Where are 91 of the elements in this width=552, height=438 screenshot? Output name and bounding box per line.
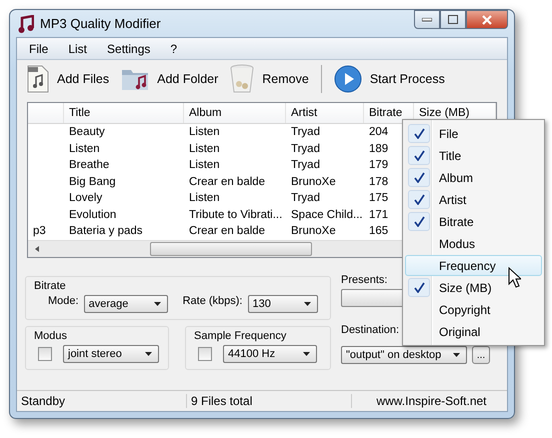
- trash-bin-icon: [230, 64, 254, 94]
- table-cell-text: 204: [368, 125, 390, 140]
- group-title: Sample Frequency: [194, 330, 288, 342]
- menu-item[interactable]: Title: [405, 145, 542, 166]
- frequency-dropdown[interactable]: 44100 Hz: [223, 345, 317, 363]
- checkbox[interactable]: [198, 347, 212, 361]
- menu-item[interactable]: Original: [405, 321, 542, 342]
- music-note-icon: [18, 14, 34, 32]
- table-cell-text: Listen: [188, 125, 221, 140]
- table-cell-text: p3: [32, 224, 47, 240]
- toolbar-button[interactable]: Start Process: [330, 63, 449, 95]
- table-cell-text: Space Child...: [290, 208, 364, 223]
- toolbar-button[interactable]: Add Files: [23, 63, 114, 95]
- column-header[interactable]: Album: [184, 103, 286, 123]
- minimize-icon: [422, 18, 432, 22]
- table-cell-text: Tryad: [290, 125, 321, 140]
- table-cell-text: BrunoXe: [290, 224, 337, 240]
- destination-dropdown[interactable]: "output" on desktop: [341, 346, 467, 364]
- minimize-button[interactable]: [414, 10, 440, 29]
- menu-item[interactable]: File: [405, 123, 542, 144]
- table-cell-text: Tribute to Vibrati...: [188, 208, 284, 223]
- maximize-icon: [448, 15, 458, 24]
- menu-item[interactable]: Album: [405, 167, 542, 188]
- checkmark-icon: [414, 216, 424, 227]
- rate-dropdown[interactable]: 130: [248, 295, 318, 313]
- checkbox[interactable]: [38, 347, 52, 361]
- table-cell-text: Evolution: [68, 208, 118, 223]
- status-text: 9 Files total: [187, 394, 352, 408]
- toolbar-button[interactable]: Remove: [226, 62, 313, 96]
- table-cell-text: Tryad: [290, 191, 321, 206]
- table-cell-text: Listen: [188, 158, 221, 174]
- group-title: Modus: [34, 330, 68, 342]
- menu-item[interactable]: Frequency: [405, 255, 542, 276]
- column-header[interactable]: Artist: [286, 103, 364, 123]
- table-cell-text: BrunoXe: [290, 174, 337, 190]
- table-cell-text: Tryad: [290, 142, 321, 157]
- menu-item[interactable]: Artist: [405, 189, 542, 210]
- table-cell-text: Big Bang: [68, 174, 117, 190]
- checkmark-icon: [414, 282, 424, 293]
- dropdown-arrow-icon: [303, 352, 310, 356]
- menu-item[interactable]: Bitrate: [405, 211, 542, 232]
- menu-item[interactable]: Copyright: [405, 299, 542, 320]
- menu-item[interactable]: ?: [162, 42, 190, 56]
- table-cell-text: Crear en balde: [188, 224, 266, 240]
- mode-dropdown[interactable]: average: [84, 295, 168, 313]
- menu-item[interactable]: List: [60, 42, 100, 56]
- table-cell-text: Beauty: [68, 125, 106, 140]
- table-cell-text: Bateria y pads: [68, 224, 144, 240]
- close-icon: [482, 14, 492, 24]
- menu-item[interactable]: File: [21, 42, 60, 56]
- field-label: Destination:: [341, 324, 400, 336]
- table-cell-text: 189: [368, 142, 390, 157]
- checkmark-icon: [414, 194, 424, 205]
- table-cell-text: Listen: [188, 191, 221, 206]
- table-cell-text: 171: [368, 208, 390, 223]
- table-cell-text: 178: [368, 174, 390, 190]
- checkmark-icon: [414, 150, 424, 161]
- group-title: Bitrate: [34, 280, 67, 292]
- status-text: www.Inspire-Soft.net: [375, 394, 488, 408]
- music-file-icon: [27, 65, 49, 93]
- table-cell-text: 165: [368, 224, 390, 240]
- play-icon: [334, 65, 362, 93]
- mouse-cursor-icon: [508, 267, 521, 288]
- dropdown-arrow-icon: [154, 302, 161, 306]
- checkmark-icon: [414, 172, 424, 183]
- table-cell-text: Lovely: [68, 191, 104, 206]
- modus-dropdown[interactable]: joint stereo: [63, 345, 159, 363]
- checkmark-icon: [414, 128, 424, 139]
- menu-item[interactable]: Modus: [405, 233, 542, 254]
- column-header[interactable]: Title: [64, 103, 184, 123]
- browse-button[interactable]: ...: [472, 346, 490, 364]
- dropdown-arrow-icon: [453, 353, 460, 357]
- menu-item[interactable]: Size (MB): [405, 277, 542, 298]
- table-cell-text: 175: [368, 191, 390, 206]
- table-cell-text: Listen: [68, 142, 101, 157]
- table-cell-text: 179: [368, 158, 390, 174]
- table-cell-text: Listen: [188, 142, 221, 157]
- table-cell-text: Crear en balde: [188, 174, 266, 190]
- dropdown-arrow-icon: [145, 352, 152, 356]
- status-text: Standby: [17, 394, 187, 408]
- dropdown-arrow-icon: [304, 302, 310, 306]
- maximize-button[interactable]: [440, 10, 466, 29]
- menu-item[interactable]: Settings: [99, 42, 162, 56]
- table-cell-text: Breathe: [68, 158, 110, 174]
- field-label: Rate (kbps):: [182, 295, 242, 307]
- field-label: Mode:: [48, 295, 79, 307]
- toolbar-button[interactable]: Add Folder: [117, 64, 222, 94]
- window-title: MP3 Quality Modifier: [40, 16, 162, 31]
- table-cell-text: Tryad: [290, 158, 321, 174]
- field-label: Presents:: [341, 274, 388, 286]
- close-button[interactable]: [466, 10, 508, 29]
